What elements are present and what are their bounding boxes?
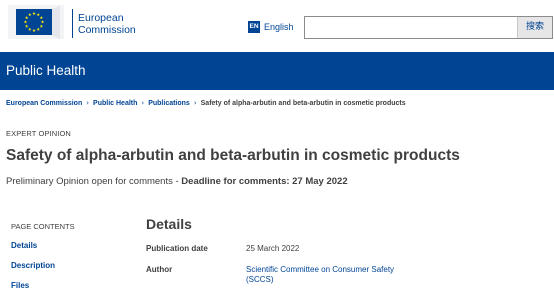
breadcrumb-publications[interactable]: Publications [148, 100, 190, 107]
european-commission-logo[interactable]: European Commission [6, 4, 136, 40]
subtitle-text: Preliminary Opinion open for comments - [6, 176, 182, 187]
logo-divider [72, 9, 73, 38]
breadcrumb-current: Safety of alpha-arbutin and beta-arbutin… [200, 99, 406, 107]
publication-date-label: Publication date [146, 244, 208, 253]
author-label: Author [146, 265, 173, 274]
breadcrumb-public-health[interactable]: Public Health [93, 100, 137, 107]
site-header: European Commission EN English 搜索 [0, 0, 554, 52]
chevron-right-icon: › [86, 99, 90, 107]
page-contents-item-files[interactable]: Files [11, 281, 29, 289]
author-link-line-1: Scientific Committee on Consumer Safety [246, 265, 395, 274]
search-form: 搜索 [304, 16, 553, 39]
language-selector[interactable]: EN English [248, 20, 294, 34]
logo-line-european: European [78, 12, 124, 24]
page-contents-item-description[interactable]: Description [11, 261, 55, 270]
deadline-text: Deadline for comments: 27 May 2022 [181, 176, 348, 187]
page-contents-item-details[interactable]: Details [11, 241, 37, 250]
language-icon: EN [248, 21, 260, 33]
chevron-right-icon: › [141, 99, 145, 107]
breadcrumb-european-commission[interactable]: European Commission [6, 100, 82, 107]
logo-text: European Commission [78, 12, 136, 36]
page-subtitle: Preliminary Opinion open for comments - … [6, 176, 348, 187]
site-title[interactable]: Public Health [6, 63, 86, 78]
search-input[interactable] [305, 17, 517, 38]
page-type: EXPERT OPINION [6, 129, 71, 138]
eu-flag-icon [8, 5, 64, 39]
breadcrumb: European Commission › Public Health › Pu… [6, 98, 406, 108]
author-link[interactable]: Scientific Committee on Consumer Safety … [246, 265, 394, 285]
page-title: Safety of alpha-arbutin and beta-arbutin… [6, 147, 460, 164]
search-button[interactable]: 搜索 [517, 17, 552, 38]
chevron-right-icon: › [193, 99, 197, 107]
author-link-line-2: (SCCS) [246, 275, 274, 284]
details-heading: Details [146, 216, 192, 232]
site-banner: Public Health [0, 52, 554, 90]
language-label: English [264, 22, 294, 32]
publication-date-value: 25 March 2022 [246, 244, 300, 253]
logo-line-commission: Commission [78, 23, 136, 36]
page-contents-heading: PAGE CONTENTS [11, 222, 75, 231]
